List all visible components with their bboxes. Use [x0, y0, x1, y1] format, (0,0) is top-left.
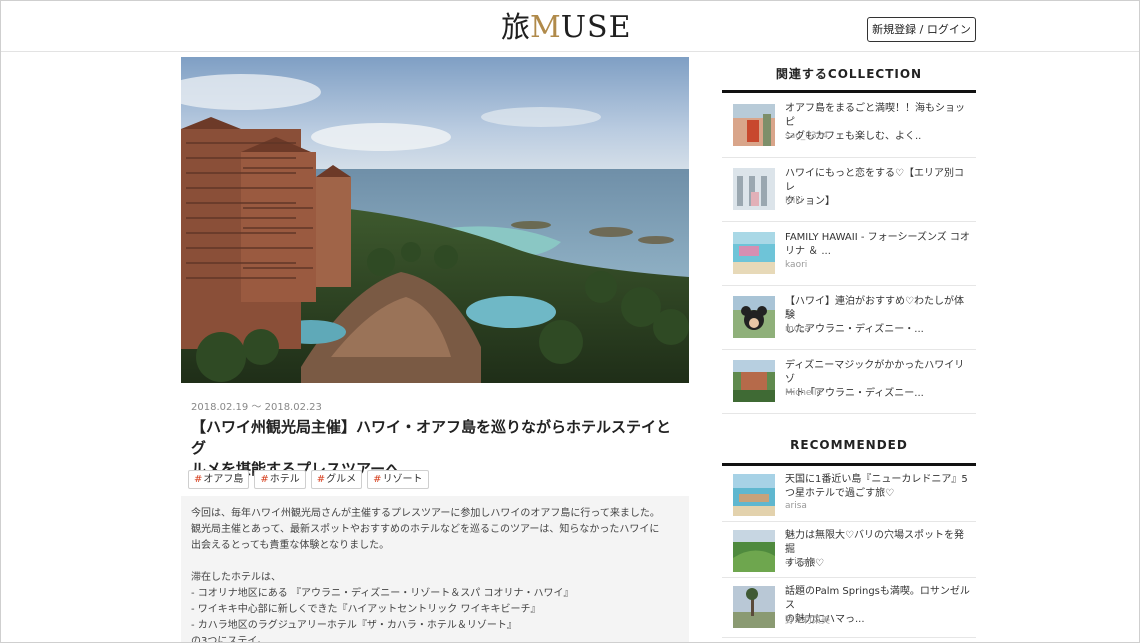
collection-item-user: moca	[785, 324, 810, 334]
collection-item[interactable]: ディズニーマジックがかかったハワイリゾ ート「アウラニ・ディズニー... Mic…	[722, 350, 976, 414]
collection-thumb	[733, 232, 775, 274]
item-title-line: 【ハワイ】連泊がおすすめ♡わたしが体験	[785, 296, 964, 321]
body-line: - カハラ地区のラグジュアリーホテル『ザ・カハラ・ホテル＆リゾート』	[191, 620, 517, 631]
recommended-item[interactable]: 天国に1番近い島『ニューカレドニア』5 つ星ホテルで過ごす旅♡ arisa	[722, 466, 976, 522]
article-title-line: 【ハワイ州観光局主催】ハワイ・オアフ島を巡りながらホテルステイとグ	[191, 418, 672, 457]
tag-label: グルメ	[326, 474, 357, 485]
collection-item-user: sao_0324	[785, 131, 829, 141]
collection-item[interactable]: オアフ島をまるごと満喫！！海もショッピ ングもカフェも楽しむ、よく.. sao_…	[722, 93, 976, 158]
item-title-line: したアウラニ・ディズニー・...	[785, 324, 924, 335]
body-line: - ワイキキ中心部に新しくできた『ハイアットセントリック ワイキキビーチ』	[191, 604, 541, 615]
body-line: 今回は、毎年ハワイ州観光局さんが主催するプレスツアーに参加しハワイのオアフ島に行…	[191, 508, 660, 519]
page-frame: 旅 M USE 新規登録 / ログイン 2018.02.19 ～ 2018.02…	[0, 0, 1140, 643]
collection-item[interactable]: ハワイにもっと恋をする♡【エリア別コレ クション】 Miki	[722, 158, 976, 222]
item-title-line: 天国に1番近い島『ニューカレドニア』5	[785, 474, 968, 485]
login-button[interactable]: 新規登録 / ログイン	[867, 17, 976, 42]
body-line: - コオリナ地区にある 『アウラニ・ディズニー・リゾート＆スパ コオリナ・ハワイ…	[191, 588, 574, 599]
item-title-line: ディズニーマジックがかかったハワイリゾ	[785, 360, 965, 385]
collection-item[interactable]: FAMILY HAWAII - フォーシーズンズ コオ リナ ＆ ... kao…	[722, 222, 976, 286]
item-title-line: FAMILY HAWAII - フォーシーズンズ コオ	[785, 232, 970, 243]
recommended-item-user: arisa	[785, 501, 807, 511]
hash-icon: #	[260, 474, 269, 485]
body-line: 滞在したホテルは、	[191, 572, 281, 583]
tag-oahu[interactable]: #オアフ島	[188, 470, 250, 489]
collection-item[interactable]: 【ハワイ】連泊がおすすめ♡わたしが体験 したアウラニ・ディズニー・... moc…	[722, 286, 976, 350]
collection-heading: 関連するCOLLECTION	[775, 67, 923, 81]
collection-item-title: FAMILY HAWAII - フォーシーズンズ コオ リナ ＆ ...	[785, 231, 970, 259]
logo-m: M	[530, 10, 561, 45]
collection-item-user: Miki	[785, 196, 803, 206]
recommended-item-user: arisam	[785, 557, 816, 567]
body-line: 出会えるとっても貴重な体験となりました。	[191, 540, 390, 551]
hash-icon: #	[316, 474, 326, 485]
hash-icon: #	[373, 474, 382, 485]
tag-hotel[interactable]: #ホテル	[254, 470, 306, 489]
collection-item-title: ハワイにもっと恋をする♡【エリア別コレ クション】	[785, 167, 970, 209]
site-logo[interactable]: 旅 M USE	[501, 7, 631, 47]
recommended-thumb	[733, 586, 775, 628]
collection-item-title: 【ハワイ】連泊がおすすめ♡わたしが体験 したアウラニ・ディズニー・...	[785, 295, 970, 337]
recommended-item[interactable]: 魅力は無限大♡バリの穴場スポットを発掘 する旅♡ arisam	[722, 522, 976, 578]
collection-thumb	[733, 104, 775, 146]
site-header: 旅 M USE 新規登録 / ログイン	[1, 1, 1139, 52]
collection-item-user: kaori	[785, 260, 808, 270]
item-title-line: クション】	[785, 196, 835, 207]
recommended-thumb	[733, 530, 775, 572]
recommended-item[interactable]: 話題のPalm Springsも満喫。ロサンゼルス の魅力にハマっ... 野々村…	[722, 578, 976, 638]
item-title-line: リナ ＆ ...	[785, 246, 831, 257]
collection-thumb	[733, 360, 775, 402]
collection-thumb	[733, 296, 775, 338]
tag-label: オアフ島	[203, 474, 244, 485]
logo-rest: USE	[560, 10, 632, 45]
recommended-item-user: 野々村菜美	[785, 616, 831, 626]
recommended-thumb	[733, 474, 775, 516]
article-date: 2018.02.19 ～ 2018.02.23	[191, 402, 322, 413]
item-title-line: 話題のPalm Springsも満喫。ロサンゼルス	[785, 586, 970, 611]
tag-label: リゾート	[382, 474, 423, 485]
collection-item-user: Michelle	[785, 388, 822, 398]
item-title-line: オアフ島をまるごと満喫！！海もショッピ	[785, 103, 965, 128]
tag-gourmet[interactable]: #グルメ	[310, 470, 363, 489]
item-title-line: つ星ホテルで過ごす旅♡	[785, 488, 895, 499]
item-title-line: ハワイにもっと恋をする♡【エリア別コレ	[785, 168, 964, 193]
recommended-item-title: 天国に1番近い島『ニューカレドニア』5 つ星ホテルで過ごす旅♡	[785, 473, 970, 501]
tag-list: #オアフ島 #ホテル #グルメ #リゾート	[188, 470, 429, 489]
item-title-line: 魅力は無限大♡バリの穴場スポットを発掘	[785, 530, 964, 555]
hash-icon: #	[194, 474, 203, 485]
tag-label: ホテル	[269, 474, 300, 485]
recommended-heading: RECOMMENDED	[790, 438, 908, 452]
body-line: 観光局主催とあって、最新スポットやおすすめのホテルなどを巡るこのツアーは、知らな…	[191, 524, 660, 535]
body-line: の3つにステイ。	[191, 636, 268, 643]
article-body: 今回は、毎年ハワイ州観光局さんが主催するプレスツアーに参加しハワイのオアフ島に行…	[181, 496, 689, 643]
hero-image	[181, 57, 689, 383]
tag-resort[interactable]: #リゾート	[367, 470, 429, 489]
collection-thumb	[733, 168, 775, 210]
logo-kanji: 旅	[501, 10, 531, 44]
